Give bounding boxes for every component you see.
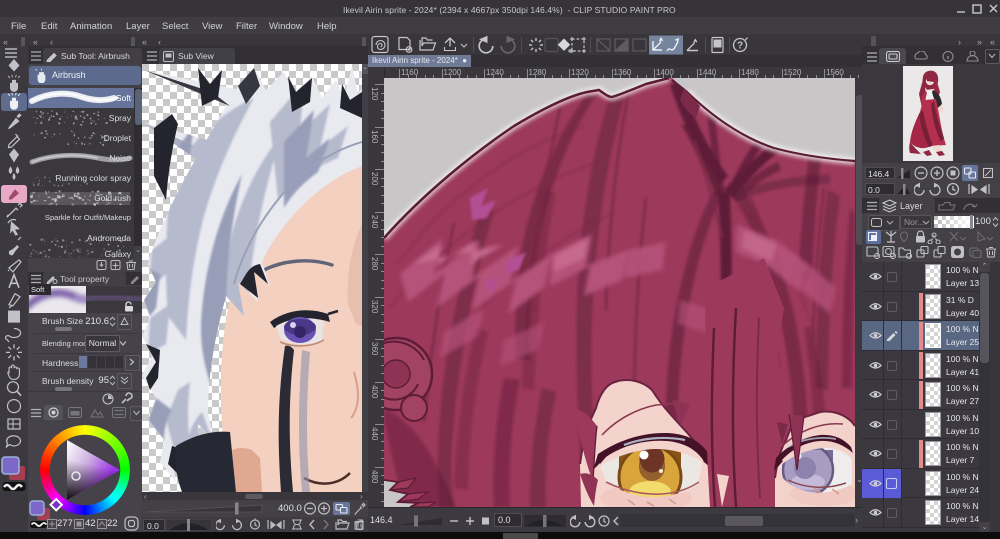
svg-text:?: ?	[737, 41, 743, 52]
